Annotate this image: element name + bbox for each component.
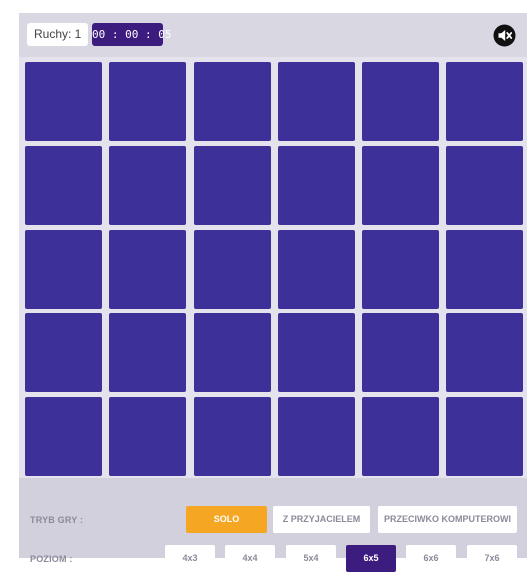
memory-card[interactable] xyxy=(362,229,439,309)
memory-card[interactable] xyxy=(446,145,524,225)
level-6x5-button[interactable]: 6x5 xyxy=(346,545,396,572)
memory-card[interactable] xyxy=(25,62,102,141)
memory-card[interactable] xyxy=(277,313,355,393)
memory-card[interactable] xyxy=(362,62,439,141)
mode-friend-button[interactable]: Z PRZYJACIELEM xyxy=(273,506,370,533)
memory-card[interactable] xyxy=(446,62,524,141)
level-4x4-button[interactable]: 4x4 xyxy=(225,545,275,572)
memory-card[interactable] xyxy=(446,397,524,476)
card-grid xyxy=(25,62,524,476)
memory-card[interactable] xyxy=(193,62,271,141)
memory-card[interactable] xyxy=(193,229,271,309)
level-7x6-button[interactable]: 7x6 xyxy=(467,545,517,572)
level-6x6-button[interactable]: 6x6 xyxy=(406,545,456,572)
memory-card[interactable] xyxy=(446,313,524,393)
memory-card[interactable] xyxy=(109,313,187,393)
memory-card[interactable] xyxy=(446,229,524,309)
memory-card[interactable] xyxy=(362,145,439,225)
memory-card[interactable] xyxy=(25,145,102,225)
memory-card[interactable] xyxy=(277,229,355,309)
mode-computer-button[interactable]: PRZECIWKO KOMPUTEROWI xyxy=(378,506,517,533)
memory-card[interactable] xyxy=(109,145,187,225)
memory-card[interactable] xyxy=(109,397,187,476)
level-5x4-button[interactable]: 5x4 xyxy=(286,545,336,572)
mode-label: TRYB GRY : xyxy=(30,515,84,525)
memory-card[interactable] xyxy=(25,313,102,393)
memory-card[interactable] xyxy=(362,313,439,393)
memory-card[interactable] xyxy=(109,229,187,309)
memory-card[interactable] xyxy=(25,397,102,476)
memory-card[interactable] xyxy=(277,145,355,225)
memory-card[interactable] xyxy=(277,397,355,476)
memory-card[interactable] xyxy=(362,397,439,476)
memory-card[interactable] xyxy=(25,229,102,309)
level-4x3-button[interactable]: 4x3 xyxy=(165,545,215,572)
speaker-muted-icon[interactable] xyxy=(493,24,516,47)
memory-card[interactable] xyxy=(277,62,355,141)
memory-card[interactable] xyxy=(193,145,271,225)
memory-card[interactable] xyxy=(109,62,187,141)
timer-display: 00 : 00 : 05 xyxy=(92,23,171,46)
top-bar: Ruchy: 1 00 : 00 : 05 xyxy=(19,13,527,57)
level-label: POZIOM : xyxy=(30,554,73,564)
mode-solo-button[interactable]: SOLO xyxy=(186,506,267,533)
memory-game: Ruchy: 1 00 : 00 : 05 TRYB GRY : SOLO Z … xyxy=(19,13,527,572)
memory-card[interactable] xyxy=(193,313,271,393)
memory-card[interactable] xyxy=(193,397,271,476)
game-controls: TRYB GRY : SOLO Z PRZYJACIELEM PRZECIWKO… xyxy=(19,478,527,572)
moves-counter: Ruchy: 1 xyxy=(27,23,89,46)
